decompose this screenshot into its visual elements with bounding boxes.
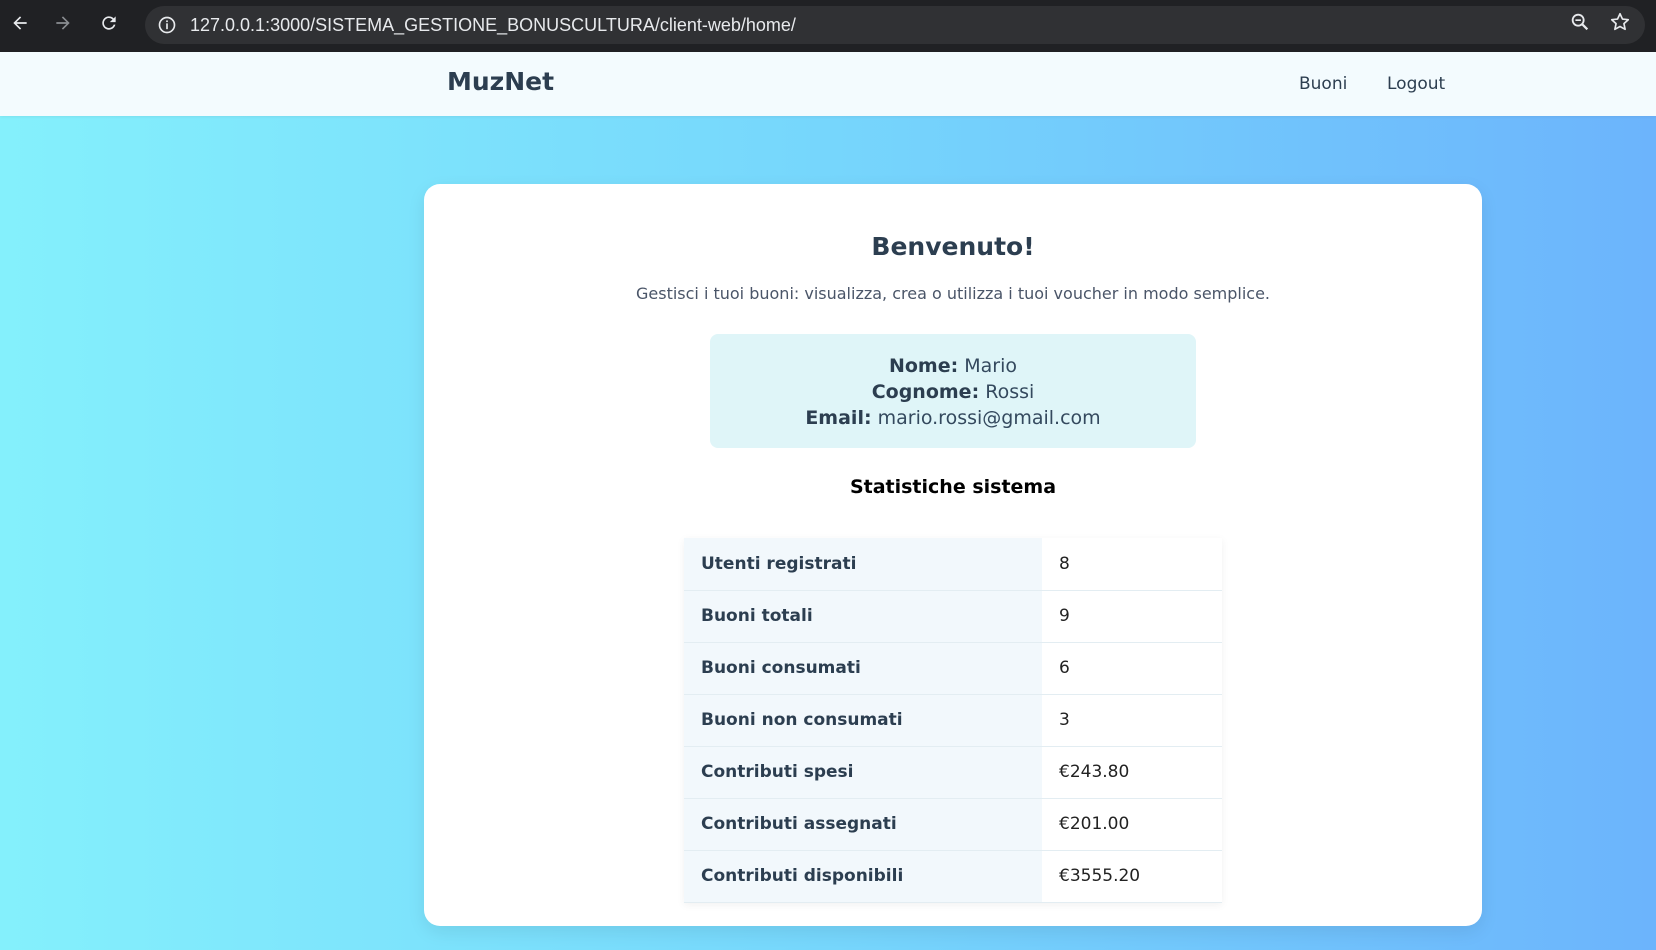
stat-value: 8 — [1042, 538, 1222, 590]
user-email-row: Email: mario.rossi@gmail.com — [710, 405, 1196, 431]
stat-label: Utenti registrati — [684, 538, 1042, 590]
table-row: Contributi spesi €243.80 — [684, 746, 1222, 798]
stat-label: Contributi disponibili — [684, 850, 1042, 902]
table-row: Utenti registrati 8 — [684, 538, 1222, 590]
brand-logo[interactable]: MuzNet — [447, 67, 554, 96]
stats-table: Utenti registrati 8 Buoni totali 9 Buoni… — [684, 538, 1222, 903]
info-icon[interactable] — [157, 15, 177, 35]
stat-label: Contributi spesi — [684, 746, 1042, 798]
welcome-card: Benvenuto! Gestisci i tuoi buoni: visual… — [424, 184, 1482, 926]
table-row: Buoni consumati 6 — [684, 642, 1222, 694]
user-email-value: mario.rossi@gmail.com — [877, 407, 1101, 429]
user-surname-label: Cognome: — [871, 381, 980, 403]
nav-link-logout[interactable]: Logout — [1387, 74, 1445, 94]
stat-label: Contributi assegnati — [684, 798, 1042, 850]
browser-toolbar: 127.0.0.1:3000/SISTEMA_GESTIONE_BONUSCUL… — [0, 0, 1656, 52]
user-name-value: Mario — [964, 355, 1018, 377]
nav-link-buoni[interactable]: Buoni — [1299, 74, 1347, 94]
zoom-icon[interactable] — [1569, 11, 1591, 33]
table-row: Buoni totali 9 — [684, 590, 1222, 642]
url-text[interactable]: 127.0.0.1:3000/SISTEMA_GESTIONE_BONUSCUL… — [190, 15, 796, 36]
table-row: Buoni non consumati 3 — [684, 694, 1222, 746]
stat-label: Buoni non consumati — [684, 694, 1042, 746]
table-row: Contributi disponibili €3555.20 — [684, 850, 1222, 902]
table-row: Contributi assegnati €201.00 — [684, 798, 1222, 850]
star-icon[interactable] — [1609, 11, 1631, 33]
page-title: Benvenuto! — [871, 232, 1035, 261]
user-email-label: Email: — [805, 407, 872, 429]
user-name-label: Nome: — [888, 355, 959, 377]
reload-icon[interactable] — [98, 12, 120, 34]
app-navbar: MuzNet Buoni Logout — [0, 52, 1656, 116]
stat-label: Buoni totali — [684, 590, 1042, 642]
user-surname-value: Rossi — [985, 381, 1035, 403]
stat-value: €201.00 — [1042, 798, 1222, 850]
stat-value: 6 — [1042, 642, 1222, 694]
stat-label: Buoni consumati — [684, 642, 1042, 694]
stat-value: €243.80 — [1042, 746, 1222, 798]
address-bar[interactable]: 127.0.0.1:3000/SISTEMA_GESTIONE_BONUSCUL… — [145, 6, 1645, 44]
stat-value: €3555.20 — [1042, 850, 1222, 902]
stat-value: 3 — [1042, 694, 1222, 746]
stat-value: 9 — [1042, 590, 1222, 642]
user-name-row: Nome: Mario — [710, 353, 1196, 379]
user-surname-row: Cognome: Rossi — [710, 379, 1196, 405]
user-info-box: Nome: Mario Cognome: Rossi Email: mario.… — [710, 334, 1196, 448]
forward-icon[interactable] — [52, 12, 74, 34]
page-subtitle: Gestisci i tuoi buoni: visualizza, crea … — [635, 284, 1271, 303]
back-icon[interactable] — [9, 12, 31, 34]
stats-title: Statistiche sistema — [849, 476, 1057, 498]
